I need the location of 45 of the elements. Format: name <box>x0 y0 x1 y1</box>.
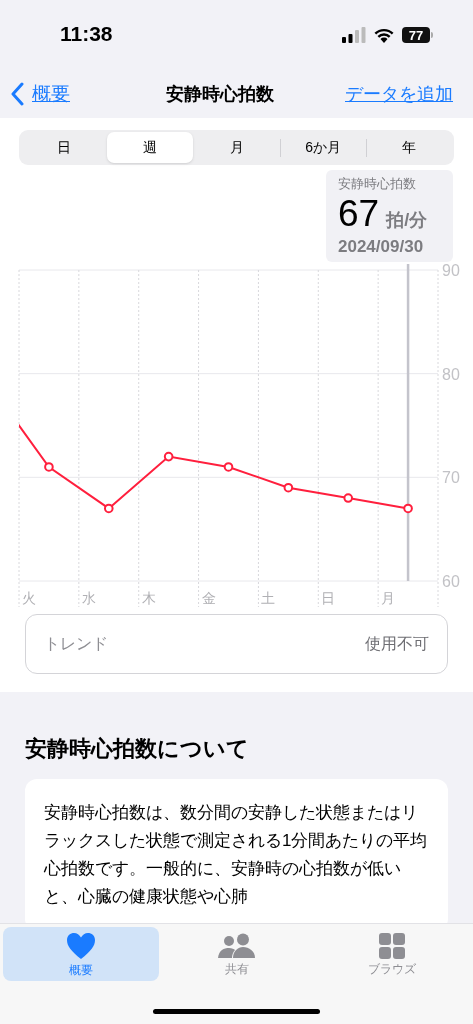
data-point <box>44 462 54 472</box>
axis-label: 90 <box>442 262 460 279</box>
axis-label: 月 <box>381 590 396 606</box>
callout-value: 67 <box>338 193 380 234</box>
tab-bar-item[interactable]: ブラウズ <box>314 927 470 981</box>
period-segment[interactable]: 年 <box>366 132 452 163</box>
axis-label: 80 <box>442 365 460 383</box>
data-point <box>343 493 353 503</box>
data-point <box>223 462 234 472</box>
people-icon <box>217 932 256 959</box>
axis-label: 金 <box>201 590 216 606</box>
grid-icon <box>379 932 406 959</box>
axis-label: 水 <box>81 590 96 606</box>
period-segment[interactable]: 6か月 <box>280 132 366 163</box>
axis-label: 70 <box>442 469 460 487</box>
trend-value: 使用不可 <box>365 634 429 654</box>
wifi-icon <box>373 27 395 43</box>
data-point <box>403 503 413 514</box>
axis-label: 日 <box>321 590 336 606</box>
about-text: 安静時心拍数は、数分間の安静した状態またはリラックスした状態で測定される1分間あたりの平均心拍数です。一般的に、安静時の心拍数が低いと、心臓の健康状態や心肺 <box>44 802 429 908</box>
screen-title: 安静時心拍数 <box>165 82 274 106</box>
data-point <box>104 503 114 514</box>
callout-date: 2024/09/30 <box>338 235 425 258</box>
tab-bar-item[interactable]: 概要 <box>3 927 159 981</box>
callout-title: 安静時心拍数 <box>338 175 417 193</box>
battery-indicator: 77 <box>402 27 433 43</box>
section-heading: 安静時心拍数について <box>25 735 250 763</box>
axis-label: 土 <box>261 590 276 606</box>
axis-label: 60 <box>442 573 460 590</box>
period-segment[interactable]: 月 <box>193 132 280 163</box>
data-point <box>163 451 174 462</box>
axis-label: 火 <box>22 590 36 606</box>
signal-icon <box>342 27 366 43</box>
period-segment[interactable]: 週 <box>107 132 194 163</box>
status-time: 11:38 <box>60 21 113 48</box>
axis-label: 木 <box>141 590 156 606</box>
back-chevron-icon <box>10 82 24 106</box>
trend-label: トレンド <box>44 634 108 654</box>
trend-card[interactable]: トレンド 使用不可 <box>25 614 448 674</box>
period-segment[interactable]: 日 <box>21 132 108 163</box>
tab-bar-item[interactable]: 共有 <box>158 927 315 981</box>
add-data-link[interactable]: データを追加 <box>345 80 453 108</box>
heart-icon <box>65 931 96 960</box>
callout-unit: 拍/分 <box>386 208 428 232</box>
data-point <box>283 482 294 493</box>
